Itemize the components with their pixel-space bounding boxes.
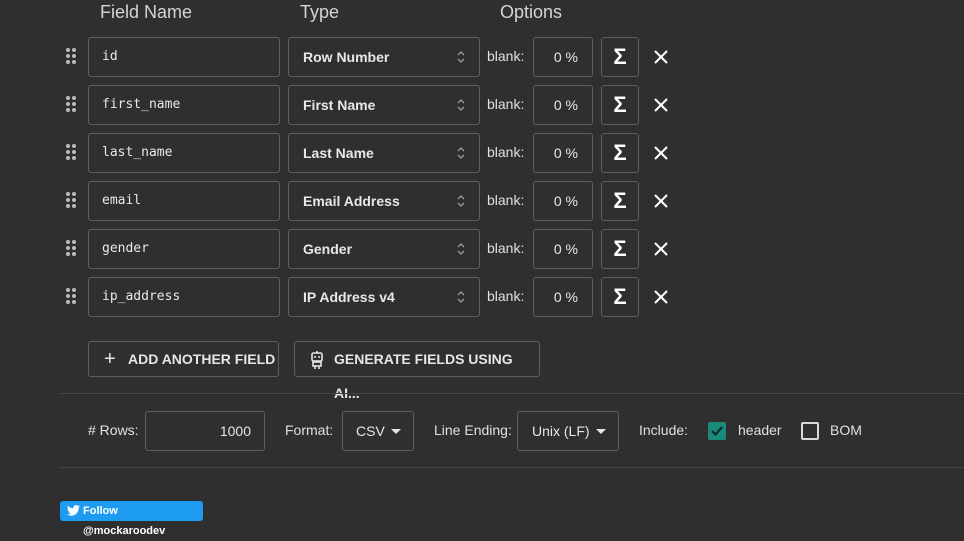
divider-top — [60, 393, 964, 394]
generate-ai-label: GENERATE FIELDS USING AI... — [334, 351, 513, 401]
line-ending-label: Line Ending: — [434, 422, 512, 438]
field-type-value: Row Number — [303, 49, 390, 65]
twitter-follow-label: Follow @mockaroodev — [83, 505, 166, 537]
format-select[interactable]: CSV — [342, 411, 414, 451]
blank-label: blank: — [487, 96, 525, 112]
generate-fields-ai-button[interactable]: GENERATE FIELDS USING AI... — [294, 341, 540, 401]
blank-label: blank: — [487, 144, 525, 160]
up-down-chevron-icon — [457, 195, 465, 207]
drag-handle-icon[interactable] — [65, 48, 79, 66]
drag-handle-icon[interactable] — [65, 240, 79, 258]
close-icon[interactable] — [653, 241, 669, 257]
format-value: CSV — [356, 423, 385, 439]
caret-down-icon — [596, 429, 606, 434]
field-row: ip_address IP Address v4 blank: 0 % Σ — [0, 277, 964, 317]
up-down-chevron-icon — [457, 243, 465, 255]
bom-checkbox-label: BOM — [830, 422, 862, 438]
header-field-name: Field Name — [100, 2, 193, 22]
field-type-select[interactable]: Row Number — [288, 37, 480, 77]
blank-label: blank: — [487, 288, 525, 304]
formula-sigma-button[interactable]: Σ — [601, 277, 639, 317]
field-type-select[interactable]: First Name — [288, 85, 480, 125]
bom-checkbox[interactable] — [801, 422, 819, 440]
field-row: gender Gender blank: 0 % Σ — [0, 229, 964, 269]
caret-down-icon — [391, 429, 401, 434]
line-ending-value: Unix (LF) — [532, 423, 590, 439]
blank-percent-input[interactable]: 0 % — [533, 181, 593, 221]
field-name-input[interactable]: ip_address — [88, 277, 280, 317]
close-icon[interactable] — [653, 145, 669, 161]
field-name-input[interactable]: email — [88, 181, 280, 221]
header-options: Options — [500, 2, 563, 22]
field-row: first_name First Name blank: 0 % Σ — [0, 85, 964, 125]
drag-handle-icon[interactable] — [65, 144, 79, 162]
blank-percent-input[interactable]: 0 % — [533, 277, 593, 317]
format-label: Format: — [285, 422, 334, 438]
up-down-chevron-icon — [457, 147, 465, 159]
blank-label: blank: — [487, 192, 525, 208]
close-icon[interactable] — [653, 49, 669, 65]
formula-sigma-button[interactable]: Σ — [601, 85, 639, 125]
divider-bottom — [60, 467, 964, 468]
field-type-value: Gender — [303, 241, 353, 257]
twitter-bird-icon — [67, 505, 80, 516]
field-type-select[interactable]: Gender — [288, 229, 480, 269]
close-icon[interactable] — [653, 193, 669, 209]
rows-label: # Rows: — [88, 422, 139, 438]
formula-sigma-button[interactable]: Σ — [601, 37, 639, 77]
close-icon[interactable] — [653, 289, 669, 305]
add-field-label: ADD ANOTHER FIELD — [128, 351, 276, 367]
header-checkbox[interactable] — [708, 422, 726, 440]
header-checkbox-label: header — [738, 422, 782, 438]
add-another-field-button[interactable]: + ADD ANOTHER FIELD — [88, 341, 279, 377]
blank-label: blank: — [487, 48, 525, 64]
formula-sigma-button[interactable]: Σ — [601, 229, 639, 269]
field-type-value: Last Name — [303, 145, 374, 161]
field-type-value: IP Address v4 — [303, 289, 395, 305]
field-name-input[interactable]: id — [88, 37, 280, 77]
blank-label: blank: — [487, 240, 525, 256]
include-label: Include: — [639, 422, 689, 438]
field-row: last_name Last Name blank: 0 % Σ — [0, 133, 964, 173]
field-type-value: Email Address — [303, 193, 400, 209]
field-name-input[interactable]: first_name — [88, 85, 280, 125]
plus-icon: + — [104, 348, 116, 370]
drag-handle-icon[interactable] — [65, 192, 79, 210]
blank-percent-input[interactable]: 0 % — [533, 37, 593, 77]
twitter-follow-button[interactable]: Follow @mockaroodev — [60, 501, 203, 537]
line-ending-select[interactable]: Unix (LF) — [517, 411, 619, 451]
robot-icon — [311, 351, 323, 369]
drag-handle-icon[interactable] — [65, 288, 79, 306]
close-icon[interactable] — [653, 97, 669, 113]
header-type: Type — [300, 2, 340, 22]
blank-percent-input[interactable]: 0 % — [533, 229, 593, 269]
field-type-select[interactable]: Email Address — [288, 181, 480, 221]
field-type-select[interactable]: IP Address v4 — [288, 277, 480, 317]
formula-sigma-button[interactable]: Σ — [601, 181, 639, 221]
field-type-value: First Name — [303, 97, 376, 113]
up-down-chevron-icon — [457, 291, 465, 303]
up-down-chevron-icon — [457, 51, 465, 63]
blank-percent-input[interactable]: 0 % — [533, 85, 593, 125]
field-row: id Row Number blank: 0 % Σ — [0, 37, 964, 77]
formula-sigma-button[interactable]: Σ — [601, 133, 639, 173]
rows-input[interactable]: 1000 — [145, 411, 265, 451]
drag-handle-icon[interactable] — [65, 96, 79, 114]
field-type-select[interactable]: Last Name — [288, 133, 480, 173]
blank-percent-input[interactable]: 0 % — [533, 133, 593, 173]
up-down-chevron-icon — [457, 99, 465, 111]
checkmark-icon — [711, 426, 723, 437]
field-name-input[interactable]: last_name — [88, 133, 280, 173]
field-name-input[interactable]: gender — [88, 229, 280, 269]
field-row: email Email Address blank: 0 % Σ — [0, 181, 964, 221]
